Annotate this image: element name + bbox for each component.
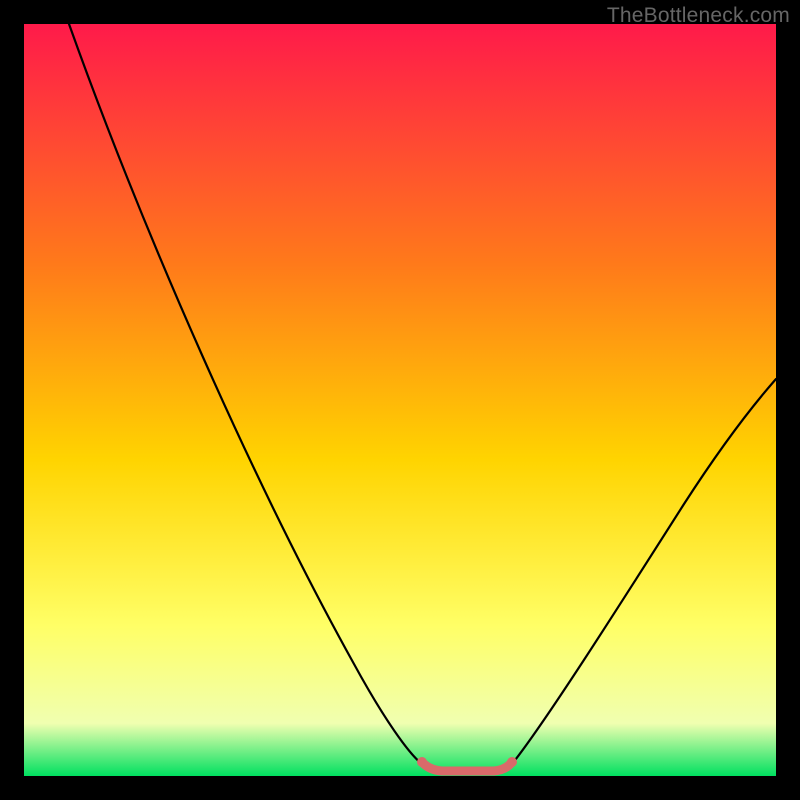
flat-bottom-highlight <box>422 762 512 771</box>
curve-layer <box>24 24 776 776</box>
bottleneck-curve-right <box>512 379 776 764</box>
chart-stage: TheBottleneck.com <box>0 0 800 800</box>
bottleneck-curve-left <box>69 24 422 764</box>
plot-area <box>24 24 776 776</box>
watermark-text: TheBottleneck.com <box>607 4 790 28</box>
highlight-dot-left <box>417 757 427 767</box>
highlight-dot-right <box>507 757 517 767</box>
